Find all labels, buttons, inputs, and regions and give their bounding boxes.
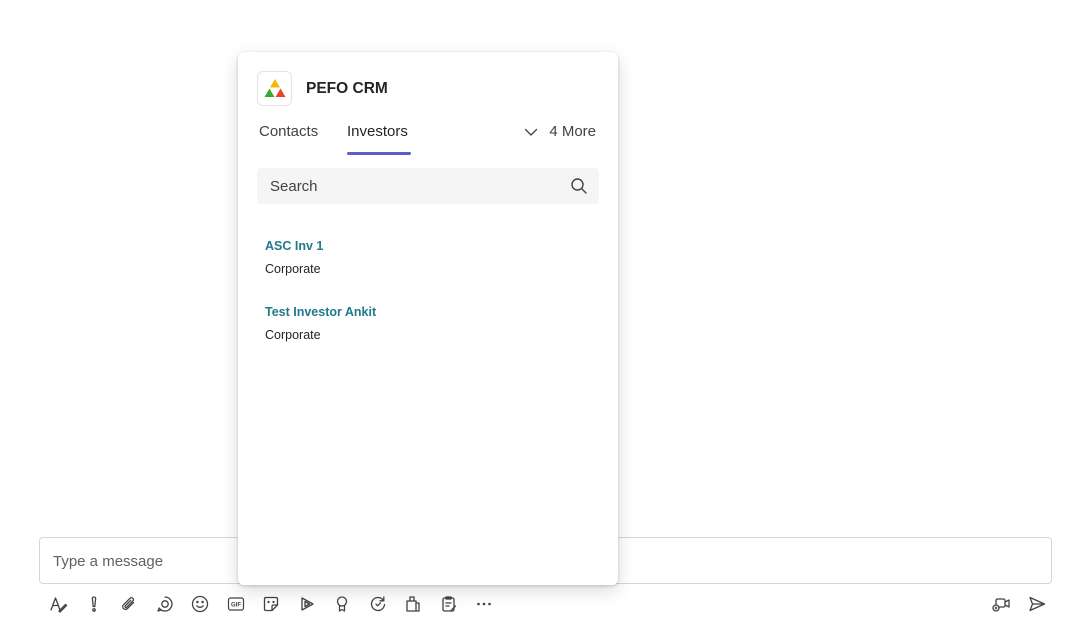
result-type: Corporate	[265, 262, 321, 276]
tab-investors[interactable]: Investors	[347, 123, 408, 140]
result-name[interactable]: Test Investor Ankit	[265, 304, 376, 320]
more-tabs-dropdown[interactable]: 4 More	[523, 123, 596, 140]
chevron-down-icon	[525, 128, 538, 136]
tab-contacts[interactable]: Contacts	[259, 123, 318, 140]
search-icon[interactable]	[570, 177, 588, 195]
meet-now-icon[interactable]	[987, 590, 1015, 618]
app-title: PEFO CRM	[306, 80, 388, 97]
emoji-icon[interactable]	[186, 590, 214, 618]
search-input[interactable]	[257, 168, 557, 204]
pefo-crm-logo-icon	[257, 71, 292, 106]
compose-toolbar: GIF	[44, 590, 506, 618]
list-item[interactable]: ASC Inv 1 Corporate	[265, 238, 323, 277]
forms-icon[interactable]	[435, 590, 463, 618]
send-icon[interactable]	[1023, 590, 1051, 618]
stream-icon[interactable]	[293, 590, 321, 618]
compose-placeholder: Type a message	[53, 553, 164, 570]
apps-icon[interactable]	[399, 590, 427, 618]
result-name[interactable]: ASC Inv 1	[265, 238, 323, 254]
search-box	[257, 168, 599, 204]
attach-icon[interactable]	[115, 590, 143, 618]
teams-compose-stage: Type a message GIF PEFO CRM Contacts Inv…	[0, 0, 1067, 627]
result-type: Corporate	[265, 328, 321, 342]
selected-tab-indicator	[347, 152, 411, 155]
sticker-icon[interactable]	[257, 590, 285, 618]
list-item[interactable]: Test Investor Ankit Corporate	[265, 304, 376, 343]
svg-text:GIF: GIF	[231, 603, 241, 609]
more-tabs-label: 4 More	[549, 123, 596, 140]
format-icon[interactable]	[44, 590, 72, 618]
messaging-extension-popup: PEFO CRM Contacts Investors 4 More ASC I…	[238, 52, 618, 585]
compose-right-tools	[987, 590, 1051, 618]
important-icon[interactable]	[80, 590, 108, 618]
gif-icon[interactable]: GIF	[222, 590, 250, 618]
more-icon[interactable]	[470, 590, 498, 618]
loop-icon[interactable]	[151, 590, 179, 618]
praise-icon[interactable]	[328, 590, 356, 618]
updates-icon[interactable]	[364, 590, 392, 618]
